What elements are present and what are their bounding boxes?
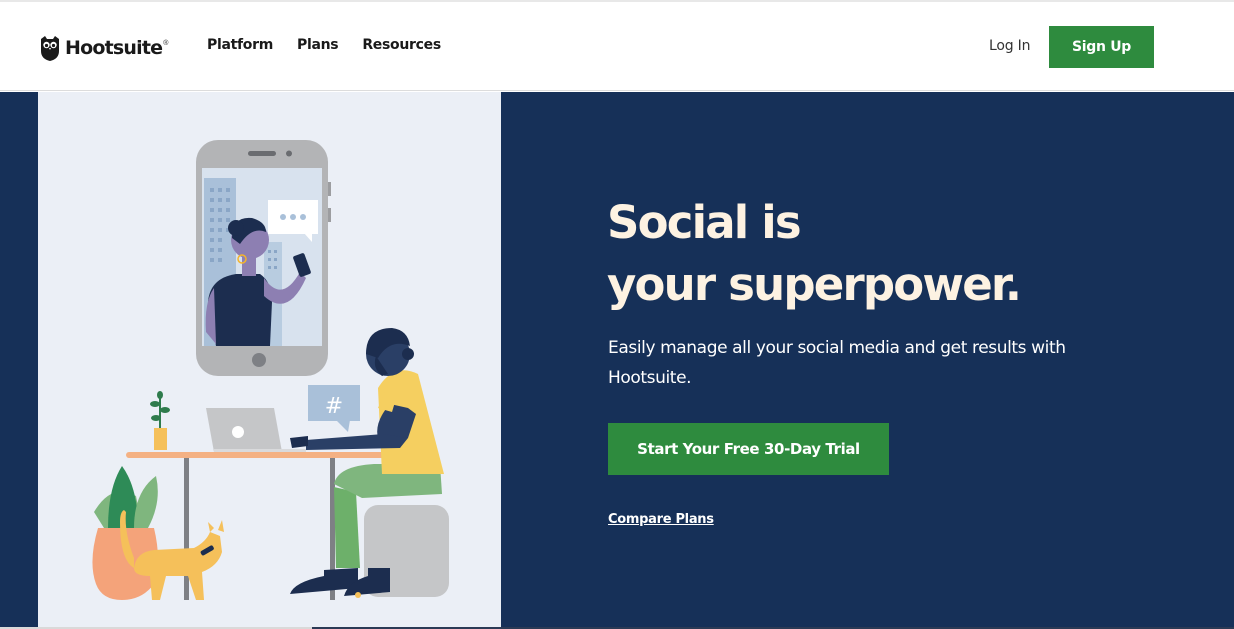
- small-plant: [150, 391, 170, 450]
- registered-mark: ®: [163, 39, 169, 47]
- hero-subtext: Easily manage all your social media and …: [608, 338, 1066, 388]
- site-header: Hootsuite ® Platform Plans Resources Log…: [0, 2, 1234, 91]
- headline-line-2: your superpower.: [607, 258, 1022, 311]
- hero-illustration: #: [92, 140, 449, 600]
- brand-logo[interactable]: Hootsuite ®: [39, 34, 168, 62]
- start-trial-button[interactable]: Start Your Free 30-Day Trial: [608, 423, 889, 475]
- brand-name: Hootsuite: [65, 37, 163, 59]
- owl-logo-icon: [41, 36, 59, 61]
- hero-section: # Social is your superpower. Easily mana…: [0, 92, 1234, 629]
- signup-button[interactable]: Sign Up: [1049, 26, 1154, 68]
- headline-line-1: Social is: [607, 196, 802, 249]
- nav-item-resources[interactable]: Resources: [362, 37, 441, 53]
- phone-illustration: [196, 140, 331, 376]
- hero-headline: Social is your superpower.: [607, 192, 1167, 316]
- main-nav: Platform Plans Resources: [207, 37, 441, 53]
- hashtag-bubble: #: [308, 385, 360, 432]
- nav-item-platform[interactable]: Platform: [207, 37, 273, 53]
- login-link[interactable]: Log In: [989, 38, 1030, 54]
- laptop: [206, 408, 306, 453]
- compare-plans-link[interactable]: Compare Plans: [608, 512, 714, 527]
- nav-item-plans[interactable]: Plans: [297, 37, 339, 53]
- hero-illustration-panel: #: [38, 92, 501, 627]
- hashtag-text: #: [325, 394, 343, 419]
